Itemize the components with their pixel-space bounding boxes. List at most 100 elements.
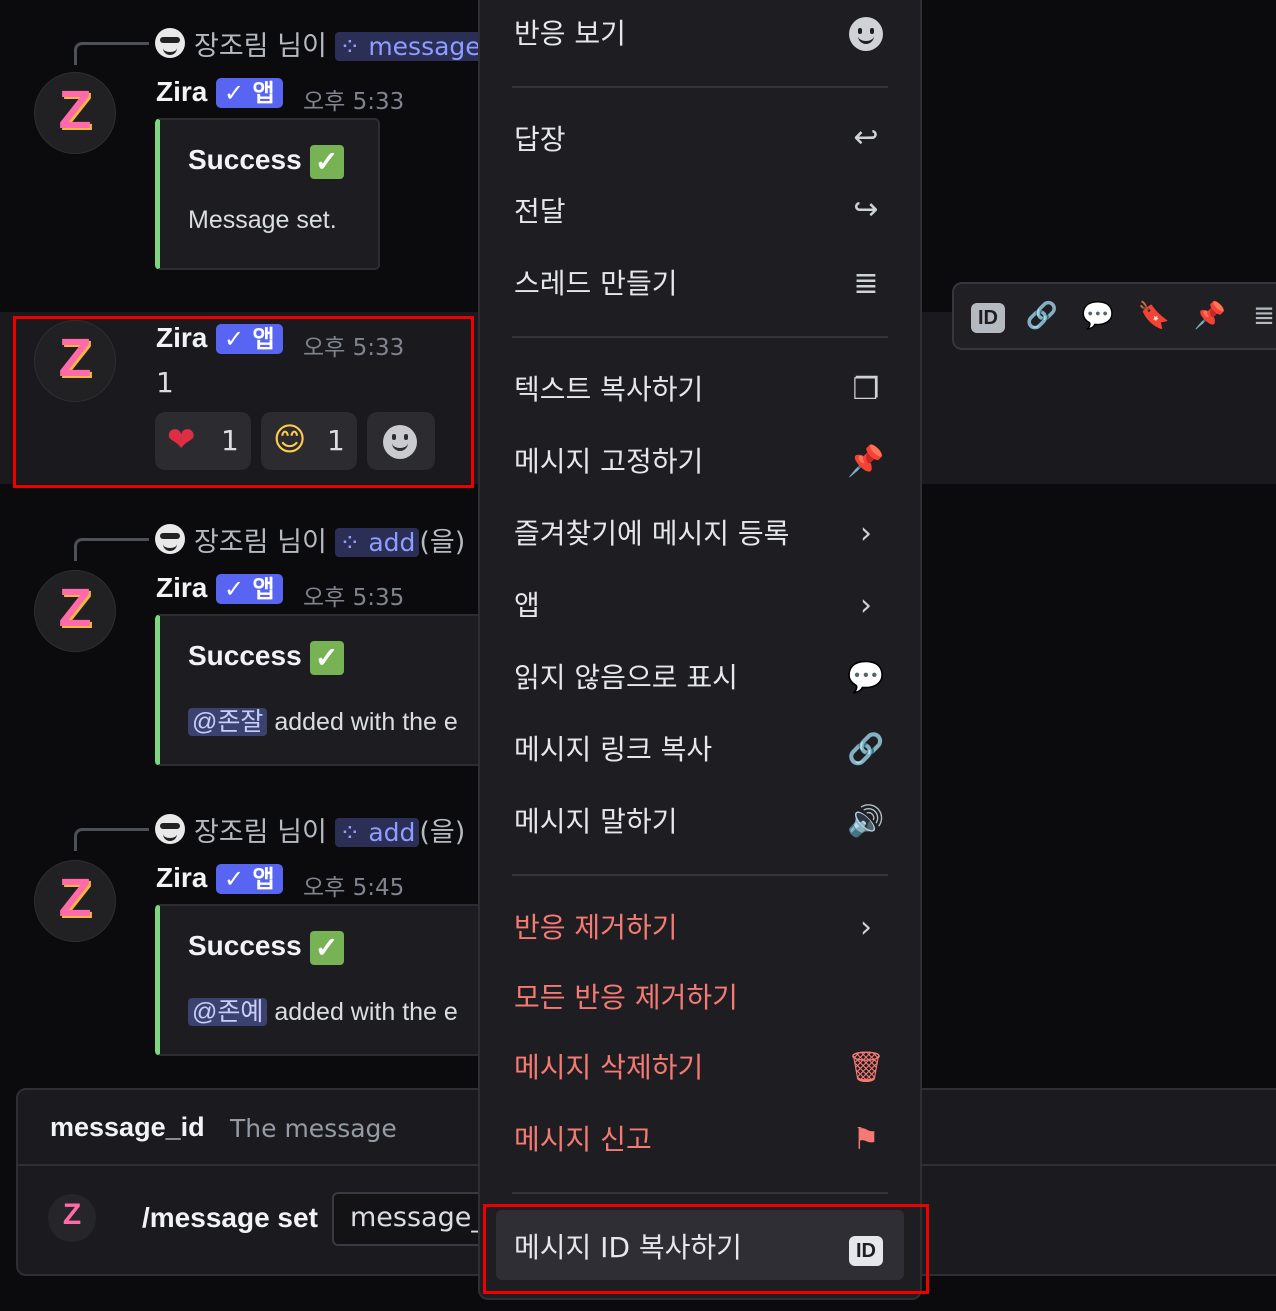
smile-icon bbox=[846, 14, 886, 54]
chevron-right-icon: › bbox=[860, 516, 872, 551]
embed-description: @존예 added with the e bbox=[188, 992, 458, 1028]
reply-command-chip[interactable]: ⁘ add bbox=[335, 528, 420, 557]
menu-separator bbox=[512, 1192, 888, 1194]
reply-command-name: add bbox=[368, 528, 416, 557]
embed-title-text: Success bbox=[188, 640, 302, 671]
message-timestamp[interactable]: 오후 5:35 bbox=[303, 578, 404, 612]
reply-reference[interactable]: 장조림 님이 ⁘ add (을) bbox=[194, 520, 465, 559]
forward-arrow-icon: ↪ bbox=[853, 192, 879, 227]
reply-tail: (을) bbox=[419, 817, 466, 848]
menu-item-mark-unread[interactable]: 읽지 않음으로 표시 bbox=[514, 656, 738, 696]
menu-item-copy-link[interactable]: 메시지 링크 복사 bbox=[514, 728, 712, 768]
embed-description-text: added with the e bbox=[274, 998, 458, 1026]
reply-reference[interactable]: 장조림 님이 ⁘ add (을) bbox=[194, 810, 465, 849]
menu-item-pin-message[interactable]: 메시지 고정하기 bbox=[514, 440, 703, 480]
reply-command-name: add bbox=[368, 818, 416, 847]
copy-text-icon: ❐ bbox=[852, 372, 880, 407]
message-hover-toolbar: ID 🔗 💬 🔖 📌 ≣ bbox=[952, 282, 1276, 350]
reply-command-chip[interactable]: ⁘ message bbox=[335, 32, 485, 61]
menu-separator bbox=[512, 336, 888, 338]
link-icon[interactable]: 🔗 bbox=[1022, 296, 1062, 336]
reply-arrow-icon: ↩ bbox=[853, 120, 879, 155]
thread-icon: ≣ bbox=[853, 266, 879, 301]
app-badge: ✓ 앱 bbox=[216, 78, 283, 108]
reply-suffix: 님이 bbox=[277, 817, 327, 848]
reply-username[interactable]: 장조림 bbox=[194, 527, 269, 558]
menu-item-reply[interactable]: 답장 bbox=[514, 118, 566, 158]
speaker-icon: 🔊 bbox=[847, 804, 885, 839]
option-name: message_id bbox=[50, 1112, 205, 1142]
chevron-right-icon: › bbox=[860, 910, 872, 945]
menu-item-speak-message[interactable]: 메시지 말하기 bbox=[514, 800, 677, 840]
message-timestamp[interactable]: 오후 5:45 bbox=[303, 868, 404, 902]
menu-item-delete-message[interactable]: 메시지 삭제하기 bbox=[514, 1046, 703, 1086]
embed-title-text: Success bbox=[188, 144, 302, 175]
thread-icon[interactable]: ≣ bbox=[1244, 296, 1276, 336]
reply-user-avatar[interactable] bbox=[155, 524, 185, 554]
user-mention[interactable]: @존예 bbox=[188, 998, 268, 1026]
menu-item-copy-text[interactable]: 텍스트 복사하기 bbox=[514, 368, 703, 408]
author-name[interactable]: Zira bbox=[156, 572, 207, 604]
reply-command-chip[interactable]: ⁘ add bbox=[335, 818, 420, 847]
app-badge-label: 앱 bbox=[252, 575, 275, 603]
app-avatar: Z bbox=[48, 1194, 96, 1242]
pin-icon[interactable]: 📌 bbox=[1190, 296, 1230, 336]
check-mark-icon: ✓ bbox=[309, 144, 344, 179]
author-name[interactable]: Zira bbox=[156, 76, 207, 108]
copy-id-icon[interactable]: ID bbox=[968, 296, 1008, 336]
app-avatar-letter: Z bbox=[62, 1198, 82, 1231]
embed-title: Success ✓ bbox=[188, 930, 344, 965]
mark-unread-icon: 💬 bbox=[847, 660, 885, 695]
id-label: ID bbox=[971, 303, 1005, 333]
option-description: The message bbox=[230, 1114, 397, 1143]
menu-item-forward[interactable]: 전달 bbox=[514, 190, 566, 230]
author-name[interactable]: Zira bbox=[156, 862, 207, 894]
menu-item-remove-all-reactions[interactable]: 모든 반응 제거하기 bbox=[514, 976, 738, 1016]
reply-reference[interactable]: 장조림 님이 ⁘ message bbox=[194, 24, 485, 63]
menu-item-create-thread[interactable]: 스레드 만들기 bbox=[514, 262, 677, 302]
app-badge: ✓ 앱 bbox=[216, 574, 283, 604]
embed-title: Success ✓ bbox=[188, 144, 344, 179]
reply-connector bbox=[74, 828, 149, 851]
menu-item-remove-reaction[interactable]: 반응 제거하기 bbox=[514, 906, 677, 946]
author-avatar[interactable]: Z bbox=[34, 72, 116, 154]
reply-suffix: 님이 bbox=[277, 31, 327, 62]
highlight-annotation-copy-id bbox=[483, 1204, 929, 1294]
reply-suffix: 님이 bbox=[277, 527, 327, 558]
mark-unread-icon[interactable]: 💬 bbox=[1078, 296, 1118, 336]
author-avatar[interactable]: Z bbox=[34, 570, 116, 652]
menu-item-view-reactions[interactable]: 반응 보기 bbox=[514, 12, 626, 52]
menu-item-report-message[interactable]: 메시지 신고 bbox=[514, 1118, 652, 1158]
reply-username[interactable]: 장조림 bbox=[194, 817, 269, 848]
embed: Success ✓ @존잘 added with the e bbox=[155, 614, 502, 766]
chevron-right-icon: › bbox=[860, 588, 872, 623]
reply-connector bbox=[74, 538, 149, 561]
reply-connector bbox=[74, 42, 149, 65]
author-avatar[interactable]: Z bbox=[34, 860, 116, 942]
reply-command-name: message bbox=[368, 32, 481, 61]
embed-title-text: Success bbox=[188, 930, 302, 961]
flag-icon: ⚑ bbox=[852, 1122, 880, 1157]
message-context-menu: 반응 보기 답장 ↩ 전달 ↪ 스레드 만들기 ≣ 텍스트 복사하기 ❐ 메시지… bbox=[478, 0, 922, 1300]
bookmark-icon[interactable]: 🔖 bbox=[1134, 296, 1174, 336]
check-mark-icon: ✓ bbox=[309, 640, 344, 675]
menu-separator bbox=[512, 874, 888, 876]
menu-item-apps[interactable]: 앱 bbox=[514, 584, 540, 624]
reply-user-avatar[interactable] bbox=[155, 814, 185, 844]
message-timestamp[interactable]: 오후 5:33 bbox=[303, 82, 404, 116]
menu-item-bookmark[interactable]: 즐겨찾기에 메시지 등록 bbox=[514, 512, 789, 552]
embed: Success ✓ @존예 added with the e bbox=[155, 904, 502, 1056]
reply-tail: (을) bbox=[419, 527, 466, 558]
app-badge-label: 앱 bbox=[252, 865, 275, 893]
embed-description: @존잘 added with the e bbox=[188, 702, 458, 738]
pin-icon: 📌 bbox=[847, 444, 885, 479]
link-icon: 🔗 bbox=[847, 732, 885, 767]
check-mark-icon: ✓ bbox=[309, 930, 344, 965]
menu-separator bbox=[512, 86, 888, 88]
reply-username[interactable]: 장조림 bbox=[194, 31, 269, 62]
trash-icon: 🗑 bbox=[846, 1050, 886, 1085]
reply-user-avatar[interactable] bbox=[155, 28, 185, 58]
user-mention[interactable]: @존잘 bbox=[188, 708, 268, 736]
embed-description-text: added with the e bbox=[274, 708, 458, 736]
slash-command-name[interactable]: /message set bbox=[142, 1202, 318, 1234]
